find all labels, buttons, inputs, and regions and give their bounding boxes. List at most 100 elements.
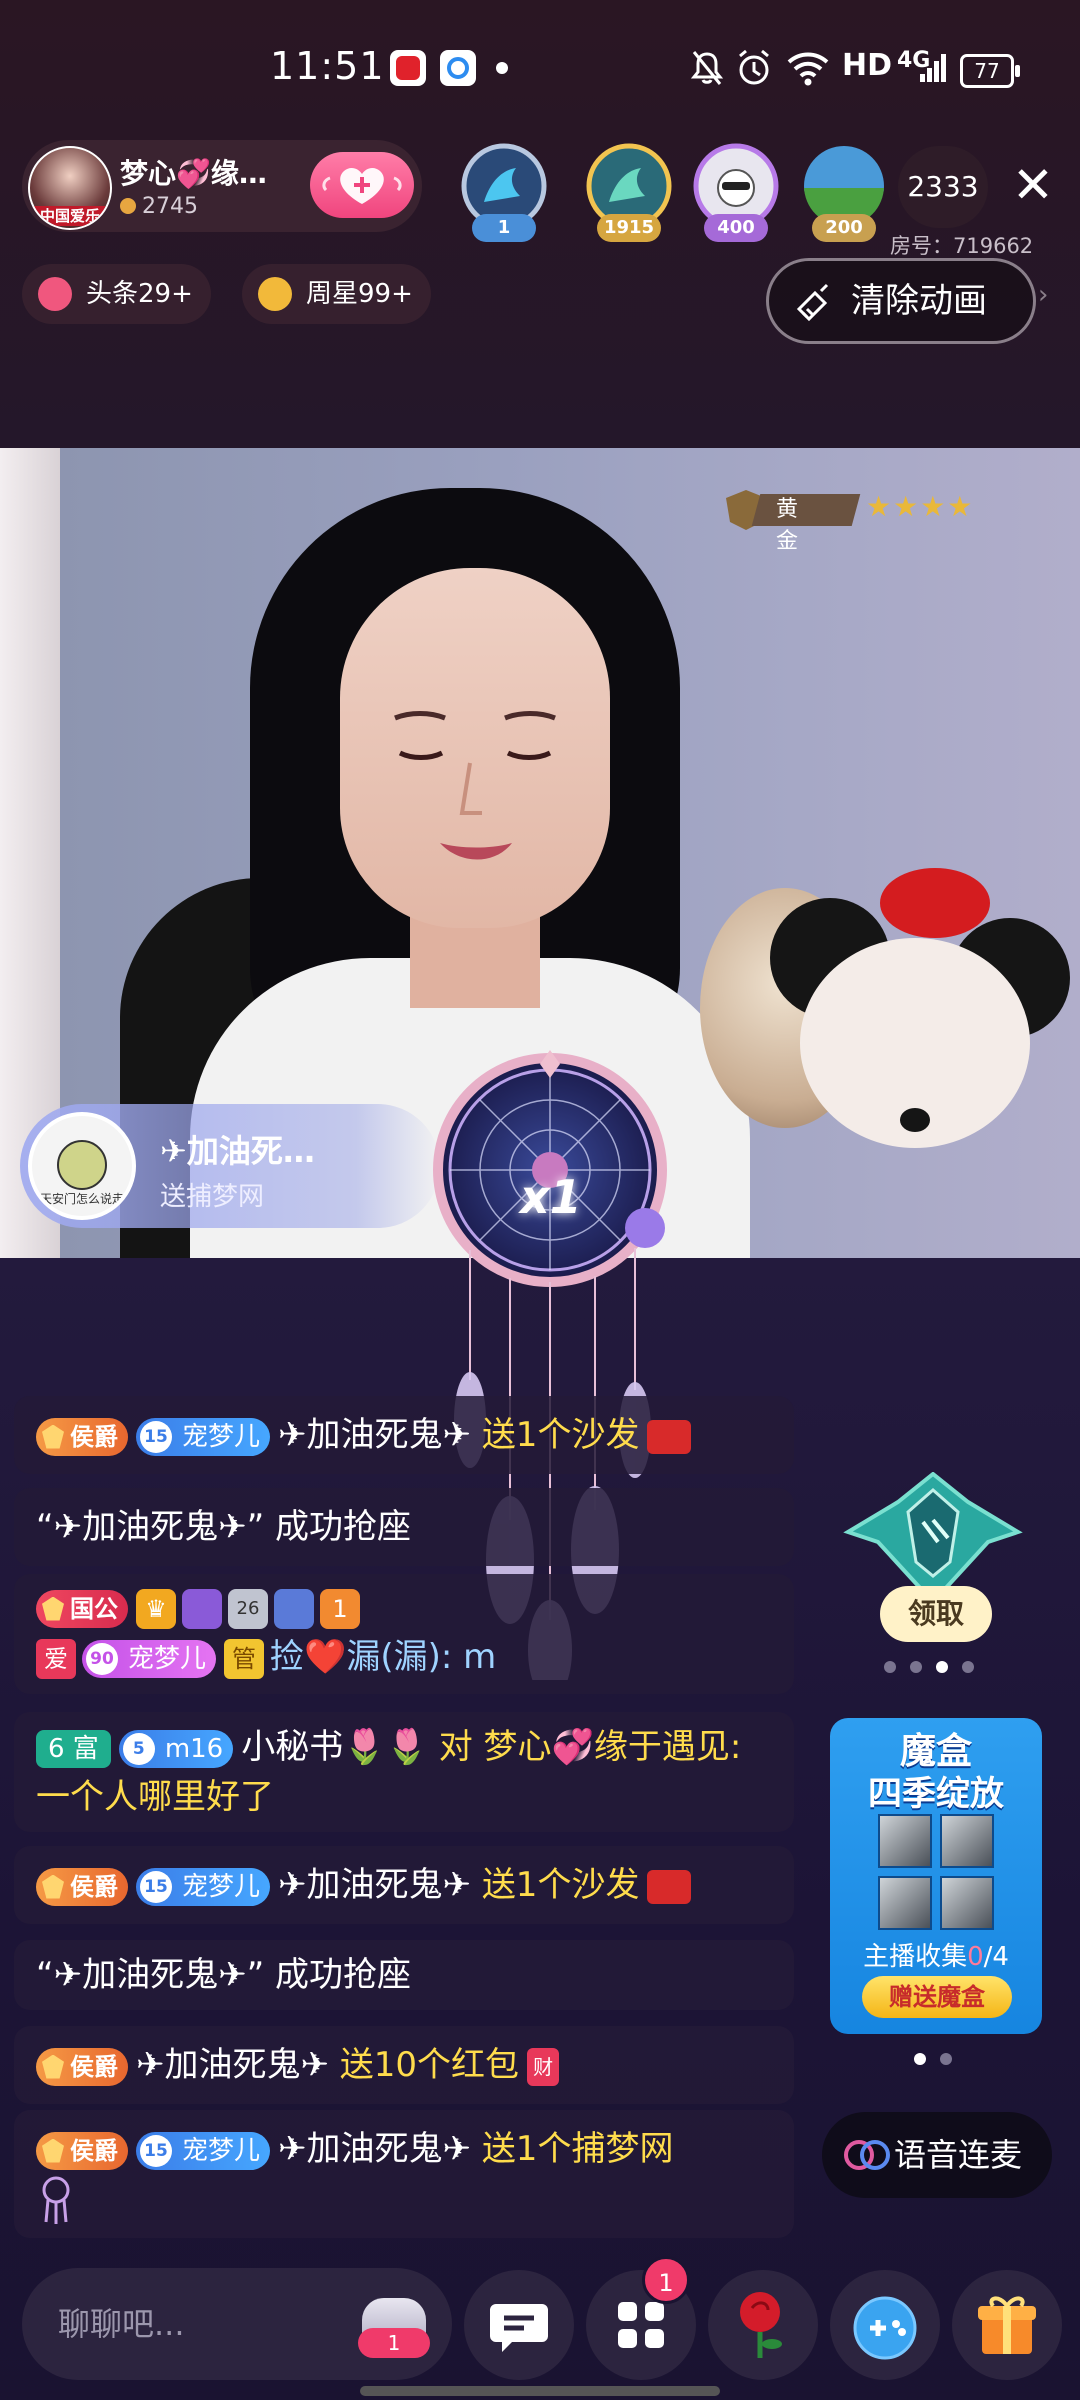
magic-box-progress: 主播收集0/4 — [830, 1936, 1042, 1973]
home-indicator[interactable] — [360, 2386, 720, 2396]
magic-box-collection-grid — [878, 1814, 994, 1930]
magic-box-card[interactable]: 魔盒 四季绽放 主播收集0/4 赠送魔盒 — [830, 1718, 1042, 2034]
chat-username[interactable]: ✈加油死鬼✈ — [136, 2045, 329, 2085]
chat-username[interactable]: ✈加油死鬼✈ — [278, 2129, 471, 2169]
fan-club-name: 宠梦儿 — [182, 1421, 261, 1452]
anchor-avatar[interactable]: 中国爱乐 — [28, 146, 112, 230]
claim-button[interactable]: 领取 — [880, 1586, 992, 1642]
wifi-icon — [787, 52, 829, 86]
magic-box-progress-have: 0 — [967, 1942, 984, 1972]
chat-message[interactable]: 侯爵 15 宠梦儿 ✈加油死鬼✈ 送1个沙发 — [14, 1396, 794, 1474]
face-features — [394, 711, 556, 860]
chat-text: “✈加油死鬼✈” 成功抢座 — [36, 1507, 412, 1547]
chat-username[interactable]: ✈加油死鬼✈ — [278, 1865, 471, 1905]
gifter-name: ✈加油死… — [160, 1132, 315, 1170]
chat-text: 送1个沙发 — [481, 1865, 640, 1905]
chat-username[interactable]: ✈加油死鬼✈ — [278, 1415, 471, 1455]
headline-chip-label: 头条29+ — [86, 279, 193, 309]
shield-badge-icon — [274, 1588, 314, 1629]
chat-message[interactable]: 6 富 5 m16 小秘书🌷🌷 对 梦心💞缘于遇见: 一个人哪里好了 — [14, 1712, 794, 1832]
gift-description: 送捕梦网 — [160, 1182, 265, 1212]
fan-club-badge: 15 宠梦儿 — [136, 1867, 271, 1906]
alarm-icon — [739, 49, 769, 85]
top-viewer-2[interactable]: 1915 — [585, 142, 673, 242]
fan-level: 5 — [122, 1732, 155, 1765]
clear-animation-label: 清除动画 — [851, 281, 987, 321]
close-icon[interactable]: ✕ — [1012, 160, 1054, 210]
top-viewer-4[interactable]: 200 — [800, 142, 888, 242]
viewer-badge: 200 — [812, 214, 876, 242]
fan-level: 15 — [140, 1420, 172, 1453]
crown-icon: ♛ — [136, 1588, 176, 1629]
fan-club-badge: 15 宠梦儿 — [136, 1417, 271, 1456]
fan-club-badge: 5 m16 — [118, 1729, 234, 1768]
fan-level: 15 — [140, 1870, 172, 1903]
love-tag: 爱 — [36, 1638, 76, 1679]
cloud-gift-count: 1 — [358, 2328, 430, 2358]
gifter-avatar[interactable]: 天安门怎么说走 — [28, 1112, 136, 1220]
fan-club-badge: 90 宠梦儿 — [82, 1639, 217, 1678]
mute-bell-icon — [690, 51, 724, 85]
chat-message[interactable]: 侯爵 15 宠梦儿 ✈加油死鬼✈ 送1个捕梦网 — [14, 2110, 794, 2238]
follow-button[interactable] — [310, 152, 414, 218]
send-magic-box-button[interactable]: 赠送魔盒 — [862, 1976, 1012, 2018]
weekly-star-chip[interactable]: 周星99+ — [242, 264, 431, 324]
rank-plate — [751, 494, 861, 526]
noble-title-badge: 侯爵 — [36, 1867, 128, 1906]
broom-icon — [796, 283, 829, 322]
chat-text: 送10个红包 — [339, 2045, 520, 2085]
anchor-fans-count: 2745 — [142, 194, 198, 219]
viewer-count[interactable]: 2333 — [898, 146, 988, 228]
rank-pager-dots — [884, 1658, 988, 1673]
signal-bars-icon — [920, 54, 946, 82]
clear-animation-button[interactable]: 清除动画 — [766, 258, 1036, 344]
chat-message[interactable]: “✈加油死鬼✈” 成功抢座 — [14, 1488, 794, 1566]
apps-notification-badge: 1 — [642, 2256, 690, 2304]
gift-combo-count: x1 — [520, 1170, 582, 1224]
anchor-avatar-tag: 中国爱乐 — [30, 206, 110, 226]
voice-link-button[interactable]: 语音连麦 — [822, 2112, 1052, 2198]
chat-input[interactable]: 聊聊吧... 1 — [22, 2268, 452, 2380]
rose-gift-button[interactable] — [708, 2270, 818, 2380]
chat-text: “✈加油死鬼✈” 成功抢座 — [36, 1955, 412, 1995]
top-viewer-3[interactable]: 400 — [692, 142, 780, 242]
chevron-right-icon[interactable]: › — [1038, 280, 1048, 310]
magic-box-pager-dots — [914, 2050, 966, 2065]
rose-icon — [740, 2292, 782, 2358]
gamepad-icon — [853, 2296, 917, 2360]
game-button[interactable] — [830, 2270, 940, 2380]
level-badge-icon: 26 — [228, 1588, 268, 1629]
gift-banner[interactable]: 天安门怎么说走 ✈加油死… 送捕梦网 — [20, 1104, 440, 1228]
more-apps-button[interactable]: 1 — [586, 2256, 696, 2380]
anchor-fans: 2745 — [120, 194, 198, 219]
chat-message[interactable]: 侯爵 15 宠梦儿 ✈加油死鬼✈ 送1个沙发 — [14, 1846, 794, 1924]
headline-chip[interactable]: 头条29+ — [22, 264, 211, 324]
emoji-face-icon — [57, 1140, 107, 1190]
plush-bow — [880, 868, 990, 938]
noble-title-badge: 侯爵 — [36, 2131, 128, 2170]
battery-indicator: 77 — [960, 54, 1020, 88]
chat-username[interactable]: 小秘书🌷🌷 — [241, 1727, 428, 1767]
noble-title-badge: 国公 — [36, 1589, 128, 1628]
fan-club-badge: 15 宠梦儿 — [136, 2131, 271, 2170]
coin-icon — [120, 198, 136, 214]
gift-button[interactable] — [952, 2270, 1062, 2380]
noble-title-badge: 侯爵 — [36, 2047, 128, 2086]
chat-username[interactable]: 捡❤️漏(漏): — [270, 1637, 452, 1677]
plush-nose — [900, 1108, 930, 1132]
weekly-star-chip-label: 周星99+ — [306, 279, 413, 309]
gifter-avatar-caption: 天安门怎么说走 — [39, 1192, 124, 1206]
noble-title-badge: 侯爵 — [36, 1417, 128, 1456]
chat-message[interactable]: 侯爵 ✈加油死鬼✈ 送10个红包财 — [14, 2026, 794, 2104]
danmaku-button[interactable] — [464, 2270, 574, 2380]
fan-level: 15 — [140, 2134, 172, 2167]
chat-message[interactable]: “✈加油死鬼✈” 成功抢座 — [14, 1940, 794, 2010]
viewer-badge: 1915 — [597, 214, 661, 242]
viewer-badge: 1 — [472, 214, 536, 242]
room-id: 房号：719662 — [890, 234, 1034, 258]
chat-message[interactable]: 国公 ♛ 26 1 爱 90 宠梦儿管捡❤️漏(漏): m — [14, 1574, 794, 1694]
top-viewer-1[interactable]: 1 — [460, 142, 548, 242]
link-rings-icon-part — [860, 2140, 890, 2170]
dreamcatcher-gift-icon — [42, 2176, 70, 2224]
fan-club-name: m16 — [164, 1733, 224, 1764]
